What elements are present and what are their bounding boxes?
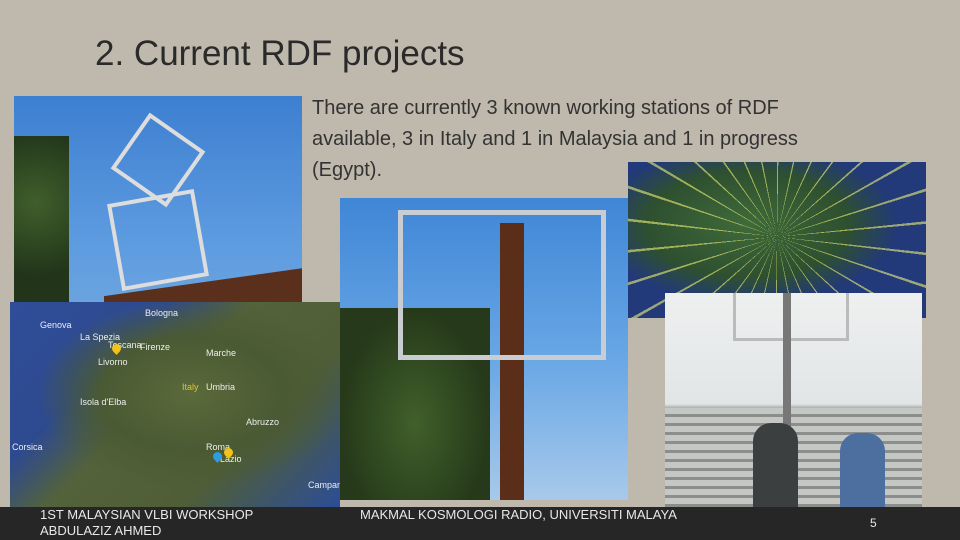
antenna-loop-photo: [340, 198, 628, 500]
italy-map-image: Genova La Spezia Bologna Firenze Toscana…: [10, 302, 340, 507]
map-label: Genova: [40, 320, 72, 330]
slide-title: 2. Current RDF projects: [95, 34, 465, 73]
map-label: Abruzzo: [246, 417, 280, 427]
page-number: 5: [870, 516, 877, 530]
footer-institution: MAKMAL KOSMOLOGI RADIO, UNIVERSITI MALAY…: [360, 507, 677, 522]
map-label: Italy: [182, 382, 199, 392]
footer-event: 1ST MALAYSIAN VLBI WORKSHOP: [40, 507, 254, 522]
map-label: Isola d'Elba: [80, 397, 127, 407]
map-label: Campania: [308, 480, 340, 490]
antenna-rooftop-photo: [14, 96, 302, 302]
map-label: Firenze: [140, 342, 171, 352]
map-label: Livorno: [98, 357, 128, 367]
map-label: Bologna: [145, 308, 179, 318]
map-label: Marche: [206, 348, 237, 358]
footer-author: ABDULAZIZ AHMED: [40, 523, 162, 538]
footer-left: 1ST MALAYSIAN VLBI WORKSHOP ABDULAZIZ AH…: [40, 507, 253, 539]
malaysia-station-photo: [665, 293, 922, 515]
map-label: Corsica: [12, 442, 43, 452]
map-label: Umbria: [206, 382, 236, 392]
